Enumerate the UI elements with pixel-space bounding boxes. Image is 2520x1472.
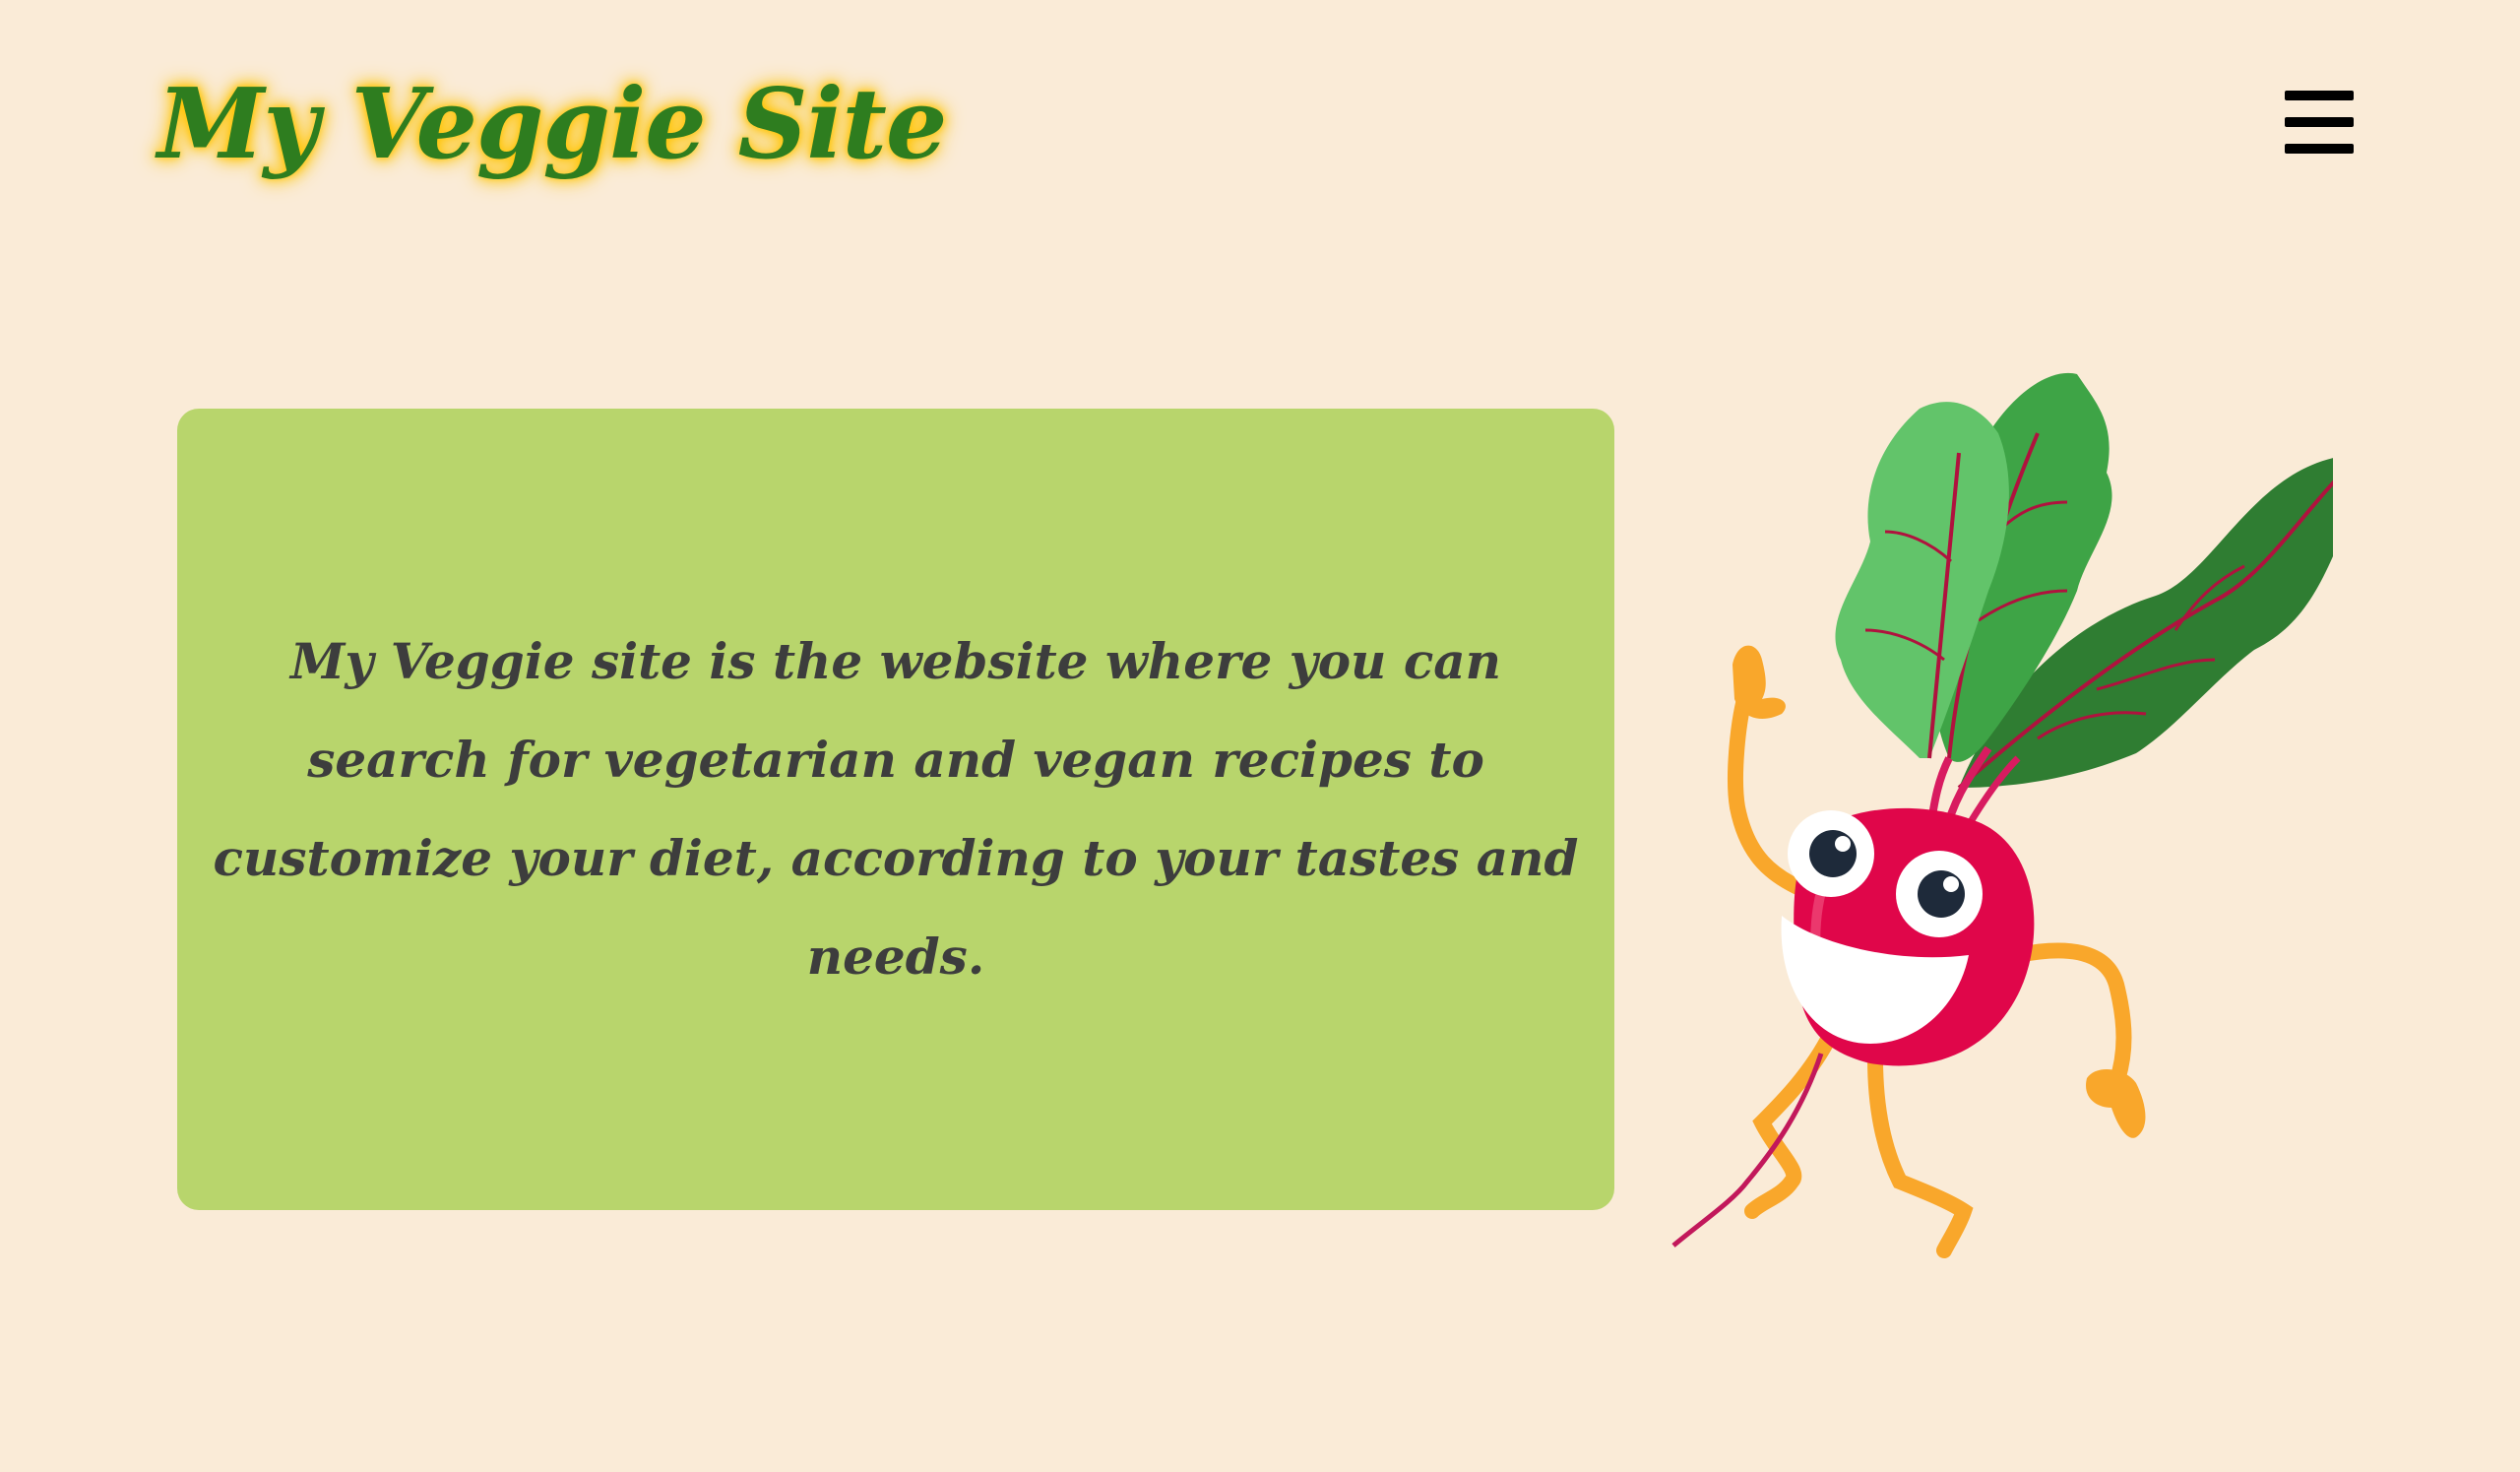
site-logo[interactable]: My Veggie Site — [158, 61, 947, 189]
intro-card: My Veggie site is the website where you … — [177, 409, 1614, 1210]
intro-text: My Veggie site is the website where you … — [213, 632, 1579, 986]
beet-right-arm — [2010, 942, 2132, 1091]
beet-left-hand — [1732, 645, 1786, 719]
beet-right-hand — [2086, 1068, 2146, 1138]
beet-mascot-illustration — [1671, 372, 2333, 1258]
hamburger-menu-icon[interactable] — [2280, 85, 2359, 160]
menu-bar-bottom — [2285, 144, 2354, 154]
menu-bar-middle — [2285, 117, 2354, 127]
menu-bar-top — [2285, 91, 2354, 100]
beet-right-leg — [1867, 1051, 1974, 1258]
beet-left-eye — [1788, 810, 1874, 897]
beet-right-eye — [1896, 851, 1983, 937]
